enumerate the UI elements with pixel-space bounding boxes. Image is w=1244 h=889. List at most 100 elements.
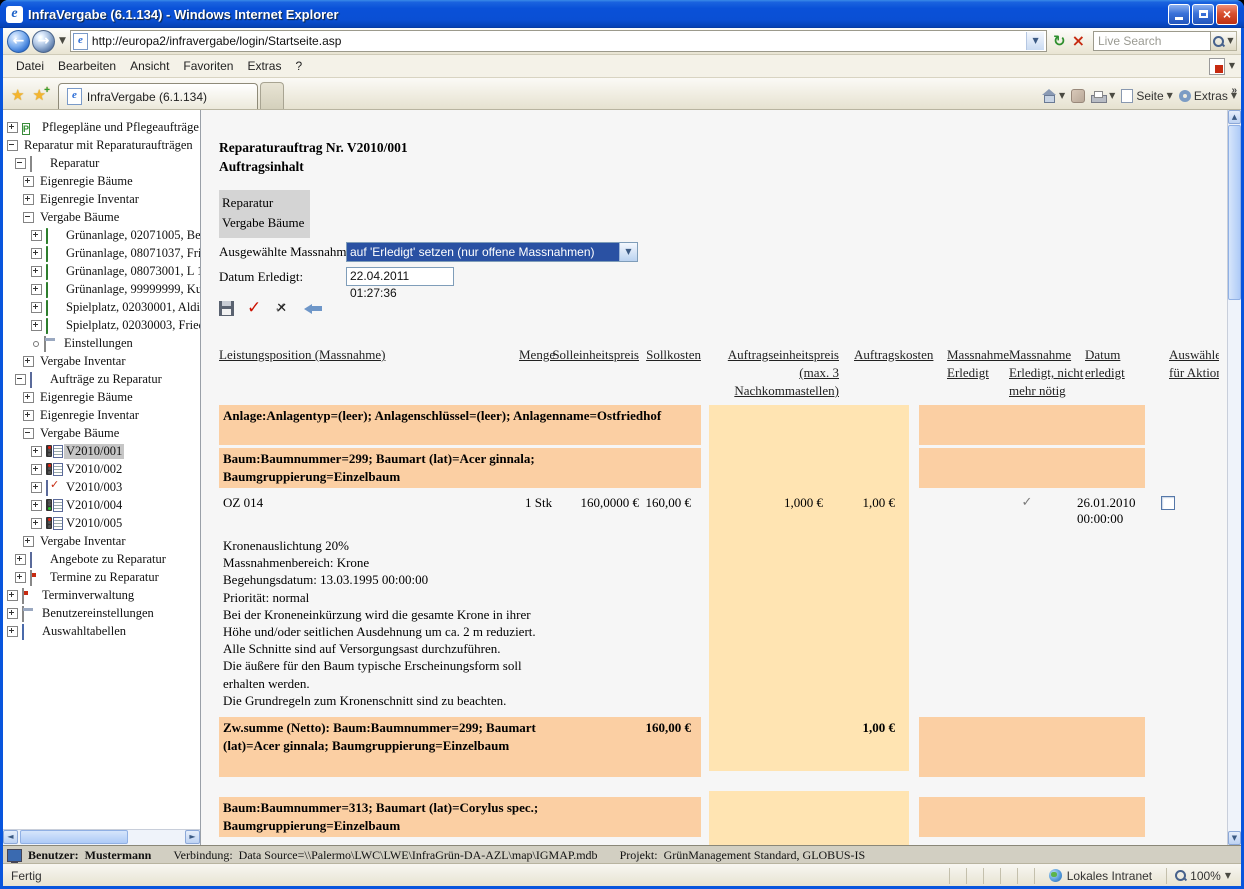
- expand-icon[interactable]: [7, 122, 18, 133]
- column-header-10[interactable]: Auswählen für Aktion: [1169, 346, 1219, 382]
- search-button[interactable]: ▼: [1211, 31, 1237, 51]
- scroll-up-button[interactable]: ▲: [1228, 110, 1241, 124]
- expand-icon[interactable]: [15, 572, 26, 583]
- tree-item-label[interactable]: V2010/004: [64, 498, 124, 513]
- tree-item[interactable]: Grünanlage, 08071037, Friesenstr./Kelten…: [3, 244, 200, 262]
- history-dropdown-icon[interactable]: ▼: [59, 37, 66, 46]
- tree-item[interactable]: Einstellungen: [3, 334, 200, 352]
- feeds-button[interactable]: [1071, 89, 1085, 103]
- home-button[interactable]: ▼: [1042, 90, 1065, 102]
- expand-icon[interactable]: [23, 356, 34, 367]
- column-header-5[interactable]: Auftragseinheitspreis (max. 3 Nachkommas…: [719, 346, 839, 400]
- new-tab-stub[interactable]: [260, 82, 284, 109]
- column-header-6[interactable]: Auftragskosten: [854, 346, 926, 364]
- tree-item[interactable]: V2010/002: [3, 460, 200, 478]
- tree-item[interactable]: Eigenregie Inventar: [3, 406, 200, 424]
- maximize-button[interactable]: [1192, 4, 1214, 25]
- expand-icon[interactable]: [7, 608, 18, 619]
- pdf-dropdown-icon[interactable]: ▼: [1229, 62, 1235, 70]
- expand-icon[interactable]: [23, 536, 34, 547]
- expand-icon[interactable]: [31, 464, 42, 475]
- tree-item[interactable]: Grünanlage, 02071005, Bebenhäuserstr.: [3, 226, 200, 244]
- column-header-3[interactable]: Solleinheitspreis: [549, 346, 639, 364]
- tree-item-label[interactable]: Vergabe Inventar: [38, 534, 128, 549]
- tree-item[interactable]: Terminverwaltung: [3, 586, 200, 604]
- add-favorite-icon[interactable]: ★: [32, 88, 45, 103]
- expand-icon[interactable]: [15, 554, 26, 565]
- tree-item[interactable]: Vergabe Bäume: [3, 424, 200, 442]
- tree-item-label[interactable]: Grünanlage, 08073001, L 1140 v.Brünner: [64, 264, 201, 279]
- tree-item-label[interactable]: Terminverwaltung: [40, 588, 136, 603]
- url-text[interactable]: http://europa2/infravergabe/login/Starts…: [92, 34, 1026, 48]
- extras-button[interactable]: Extras▼: [1179, 89, 1237, 103]
- tree-item[interactable]: PPflegepläne und Pflegeaufträge: [3, 118, 200, 136]
- live-search-input[interactable]: Live Search: [1093, 31, 1211, 51]
- aktion-checkbox[interactable]: [1161, 496, 1175, 510]
- collapse-icon[interactable]: [15, 374, 26, 385]
- tree-item-label[interactable]: V2010/003: [64, 480, 124, 495]
- pdf-toolbar-icon[interactable]: [1209, 58, 1225, 75]
- expand-icon[interactable]: [31, 446, 42, 457]
- tree-item-label[interactable]: Benutzereinstellungen: [40, 606, 156, 621]
- tree-item[interactable]: Benutzereinstellungen: [3, 604, 200, 622]
- address-dropdown-button[interactable]: ▼: [1026, 32, 1044, 50]
- tree-item-label[interactable]: Spielplatz, 02030003, Friedrich-Ebert-St…: [64, 318, 201, 333]
- tree-item-label[interactable]: Angebote zu Reparatur: [48, 552, 168, 567]
- menu-hilfe[interactable]: ?: [288, 57, 309, 75]
- tree-item-label[interactable]: Eigenregie Bäume: [38, 174, 135, 189]
- tree-item-label[interactable]: Eigenregie Inventar: [38, 192, 141, 207]
- expand-icon[interactable]: [7, 626, 18, 637]
- minimize-button[interactable]: [1168, 4, 1190, 25]
- tree-item[interactable]: Reparatur mit Reparaturaufträgen: [3, 136, 200, 154]
- address-field[interactable]: e http://europa2/infravergabe/login/Star…: [70, 30, 1047, 52]
- tree-item[interactable]: Reparatur: [3, 154, 200, 172]
- scroll-down-button[interactable]: ▼: [1228, 831, 1241, 845]
- print-button[interactable]: ▼: [1091, 91, 1115, 102]
- stop-button[interactable]: ×: [1072, 33, 1085, 49]
- expand-icon[interactable]: [31, 482, 42, 493]
- toolbar-overflow-chevron[interactable]: »: [1231, 85, 1237, 96]
- scrollbar-thumb[interactable]: [20, 830, 128, 844]
- column-header-1[interactable]: Leistungsposition (Massnahme): [219, 346, 501, 364]
- scrollbar-thumb[interactable]: [1228, 125, 1241, 300]
- tree-item[interactable]: Vergabe Inventar: [3, 352, 200, 370]
- tree-item[interactable]: Eigenregie Bäume: [3, 388, 200, 406]
- tree-item-label[interactable]: Grünanlage, 08071037, Friesenstr./Kelten…: [64, 246, 201, 261]
- expand-icon[interactable]: [31, 266, 42, 277]
- tree-item[interactable]: Auswahltabellen: [3, 622, 200, 640]
- massnahmen-select[interactable]: auf 'Erledigt' setzen (nur offene Massna…: [346, 242, 638, 262]
- back-arrow-icon[interactable]: [304, 304, 322, 314]
- expand-icon[interactable]: [31, 302, 42, 313]
- column-header-4[interactable]: Sollkosten: [639, 346, 711, 364]
- tree-item-label[interactable]: Vergabe Bäume: [38, 426, 121, 441]
- close-button[interactable]: ×: [1216, 4, 1238, 25]
- menu-favoriten[interactable]: Favoriten: [176, 57, 240, 75]
- column-header-7[interactable]: Massnahme Erledigt: [947, 346, 1017, 382]
- collapse-icon[interactable]: [15, 158, 26, 169]
- seite-button[interactable]: Seite▼: [1121, 89, 1173, 103]
- expand-icon[interactable]: [31, 248, 42, 259]
- tree-item[interactable]: Vergabe Inventar: [3, 532, 200, 550]
- collapse-icon[interactable]: [23, 428, 34, 439]
- tree-item[interactable]: Eigenregie Bäume: [3, 172, 200, 190]
- tree-item[interactable]: Termine zu Reparatur: [3, 568, 200, 586]
- tab-infravergabe[interactable]: e InfraVergabe (6.1.134): [58, 83, 258, 109]
- tree-item-label[interactable]: Auswahltabellen: [40, 624, 128, 639]
- zoom-dropdown-icon[interactable]: ▼: [1225, 872, 1231, 880]
- collapse-icon[interactable]: [23, 212, 34, 223]
- select-dropdown-icon[interactable]: ▼: [619, 243, 637, 261]
- expand-icon[interactable]: [31, 518, 42, 529]
- tree-item-label[interactable]: Vergabe Inventar: [38, 354, 128, 369]
- expand-icon[interactable]: [31, 320, 42, 331]
- menu-ansicht[interactable]: Ansicht: [123, 57, 176, 75]
- tree-item-label[interactable]: Pflegepläne und Pflegeaufträge: [40, 120, 201, 135]
- tree-item[interactable]: Spielplatz, 02030003, Friedrich-Ebert-St…: [3, 316, 200, 334]
- save-icon[interactable]: [219, 301, 234, 316]
- content-vertical-scrollbar[interactable]: ▲ ▼: [1227, 110, 1241, 845]
- expand-icon[interactable]: [7, 590, 18, 601]
- tree-item-label[interactable]: V2010/001: [64, 444, 124, 459]
- tree-item-label[interactable]: Grünanlage, 99999999, Kulturzentrum Fu: [64, 282, 201, 297]
- tree-item-label[interactable]: Vergabe Bäume: [38, 210, 121, 225]
- zoom-control[interactable]: 100% ▼: [1175, 869, 1241, 883]
- tree-item[interactable]: V2010/005: [3, 514, 200, 532]
